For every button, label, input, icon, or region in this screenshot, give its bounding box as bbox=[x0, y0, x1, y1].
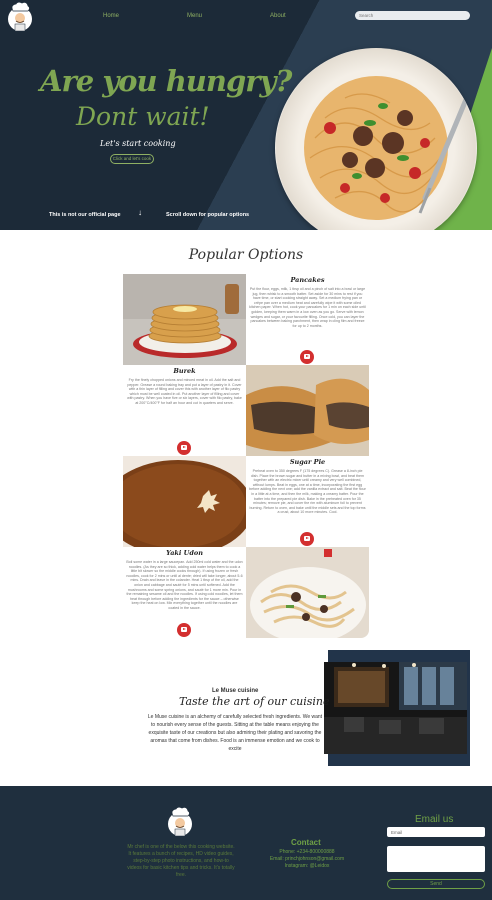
cook-button[interactable]: Click and let's cook bbox=[110, 154, 154, 164]
popular-title: Popular Options bbox=[188, 247, 304, 263]
recipe-title: Pancakes bbox=[290, 276, 325, 284]
nav-home-link[interactable]: Home bbox=[103, 13, 119, 19]
footer-about-text: Mr chef is one of the below this cooking… bbox=[127, 844, 235, 878]
restaurant-interior-image bbox=[324, 662, 467, 754]
youtube-icon[interactable] bbox=[177, 623, 191, 637]
about-brand: Le Muse cuisine bbox=[212, 688, 259, 694]
burek-image bbox=[246, 365, 369, 456]
hero-subtitle: Let's start cooking bbox=[100, 139, 176, 148]
email-us-title: Email us bbox=[415, 814, 454, 825]
search-placeholder: Search bbox=[359, 13, 374, 18]
hero-title-line2: Dont wait! bbox=[76, 102, 210, 131]
recipe-title: Yaki Udon bbox=[166, 549, 203, 557]
nav-menu-link[interactable]: Menu bbox=[187, 13, 202, 19]
yaki-udon-image bbox=[246, 547, 369, 638]
contact-phone: Phone: +234-800000888 bbox=[279, 849, 335, 855]
scroll-hint-text: Scroll down for popular options bbox=[166, 212, 250, 218]
email-placeholder: Email bbox=[391, 830, 403, 835]
contact-instagram: Instagram: @Leidox bbox=[284, 863, 330, 869]
sugar-pie-image bbox=[123, 456, 246, 547]
message-textarea[interactable] bbox=[387, 846, 485, 872]
recipe-card-yaki-udon: Yaki Udon Boil some water in a large sau… bbox=[123, 547, 246, 638]
recipe-card-burek: Burek Fry the finely chopped onions and … bbox=[123, 365, 246, 456]
youtube-icon[interactable] bbox=[177, 441, 191, 455]
pancakes-image bbox=[123, 274, 246, 365]
chef-logo-icon[interactable] bbox=[166, 807, 194, 839]
recipe-text: Put the flour, eggs, milk, 1 tbsp oil an… bbox=[249, 287, 366, 328]
recipe-card-pancakes: Pancakes Put the flour, eggs, milk, 1 tb… bbox=[246, 274, 369, 365]
recipe-card-sugar-pie: Sugar Pie Preheat oven to 350 degrees F … bbox=[246, 456, 369, 547]
recipe-text: Preheat oven to 350 degrees F (175 degre… bbox=[249, 469, 366, 515]
about-text: Le Muse cuisine is an alchemy of careful… bbox=[147, 714, 323, 752]
disclaimer-text: This is not our official page bbox=[49, 212, 121, 218]
hero-title-line1: Are you hungry? bbox=[40, 64, 292, 98]
recipe-text: Boil some water in a large saucepan. Add… bbox=[126, 560, 243, 610]
contact-title: Contact bbox=[291, 838, 321, 847]
youtube-icon[interactable] bbox=[300, 532, 314, 546]
recipe-title: Sugar Pie bbox=[289, 458, 326, 466]
send-button[interactable]: Send bbox=[387, 879, 485, 889]
hero-section: Home Menu About Search Are you hungry? D… bbox=[0, 0, 492, 230]
footer: Mr chef is one of the below this cooking… bbox=[0, 786, 492, 900]
contact-email: Email: princhjohnson@gmail.com bbox=[269, 856, 345, 862]
recipe-title: Burek bbox=[173, 367, 196, 375]
arrow-down-icon[interactable]: ↓ bbox=[138, 208, 142, 217]
nav-about-link[interactable]: About bbox=[270, 13, 286, 19]
youtube-icon[interactable] bbox=[300, 350, 314, 364]
recipe-text: Fry the finely chopped onions and minced… bbox=[127, 378, 242, 405]
chef-logo-icon[interactable] bbox=[6, 2, 34, 34]
about-heading: Taste the art of our cuisine bbox=[179, 695, 330, 708]
